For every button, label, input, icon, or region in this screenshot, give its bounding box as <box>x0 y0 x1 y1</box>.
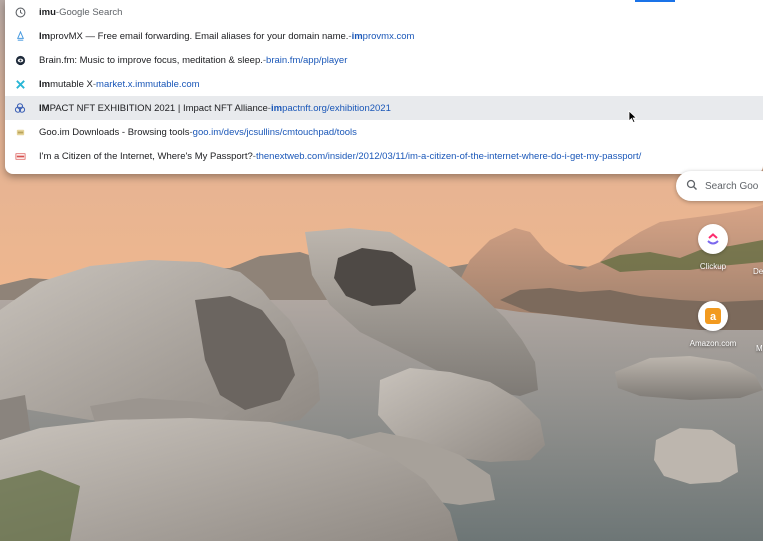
shortcut-tile-clickup[interactable]: Clickup <box>683 224 743 284</box>
shortcut-label-partial: De <box>753 267 763 276</box>
omnibox-suggestion[interactable]: I'm a Citizen of the Internet, Where's M… <box>5 144 763 168</box>
suggestion-title: provMX — Free email forwarding. Email al… <box>50 30 349 42</box>
suggestion-url: brain.fm/app/player <box>266 54 348 66</box>
suggestion-url-match: im <box>351 30 363 42</box>
svg-text:a: a <box>710 311 717 323</box>
shortcut-label: Amazon.com <box>689 339 737 348</box>
gooim-favicon-icon <box>14 126 26 138</box>
suggestion-url-match: im <box>270 102 283 114</box>
shortcut-label: Clickup <box>699 262 727 271</box>
suggestion-title-match: imu <box>39 6 56 18</box>
suggestion-title-match: IM <box>39 102 50 114</box>
omnibox-suggestion-selected[interactable]: IM PACT NFT EXHIBITION 2021 | Impact NFT … <box>5 96 763 120</box>
suggestion-title: mutable X <box>50 78 93 90</box>
ntp-search-box[interactable]: Search Goo <box>676 171 763 201</box>
suggestion-url: provmx.com <box>362 30 415 42</box>
omnibox-suggestion[interactable]: imu - Google Search <box>5 0 763 24</box>
search-icon <box>686 179 698 194</box>
shortcut-tile-amazon[interactable]: a Amazon.com <box>683 301 743 361</box>
suggestion-title-match: Im <box>39 30 51 42</box>
shortcut-label-partial: M <box>756 344 763 353</box>
omnibox-suggestions-dropdown: imu - Google Search Im provMX — Free emai… <box>5 0 763 174</box>
suggestion-title: PACT NFT EXHIBITION 2021 | Impact NFT Al… <box>49 102 268 114</box>
suggestion-title: Brain.fm: Music to improve focus, medita… <box>39 54 263 66</box>
suggestion-source: Google Search <box>59 6 123 18</box>
tnw-favicon-icon <box>14 150 26 162</box>
suggestion-url: market.x.immutable.com <box>96 78 200 90</box>
tab-accent-bar <box>635 0 675 2</box>
suggestion-url: goo.im/devs/jcsullins/cmtouchpad/tools <box>192 126 357 138</box>
omnibox-suggestion[interactable]: Im mutable X - market.x.immutable.com <box>5 72 763 96</box>
ntp-search-placeholder: Search Goo <box>705 180 759 192</box>
mouse-cursor-icon <box>628 110 638 124</box>
omnibox-suggestion[interactable]: Im provMX — Free email forwarding. Email … <box>5 24 763 48</box>
amazon-icon: a <box>698 301 728 331</box>
immutable-x-favicon-icon <box>14 78 26 90</box>
suggestion-title: Goo.im Downloads - Browsing tools <box>39 126 190 138</box>
suggestion-url: thenextweb.com/insider/2012/03/11/im-a-c… <box>255 150 642 162</box>
suggestion-url: pactnft.org/exhibition2021 <box>282 102 391 114</box>
history-clock-icon <box>14 6 26 18</box>
suggestion-title: I'm a Citizen of the Internet, Where's M… <box>39 150 253 162</box>
suggestion-title-match: Im <box>39 78 51 90</box>
omnibox-suggestion[interactable]: Goo.im Downloads - Browsing tools - goo.… <box>5 120 763 144</box>
improvmx-favicon-icon <box>14 30 26 42</box>
clickup-icon <box>698 224 728 254</box>
omnibox-suggestion[interactable]: Brain.fm: Music to improve focus, medita… <box>5 48 763 72</box>
brainfm-favicon-icon <box>14 54 26 66</box>
impact-nft-favicon-icon <box>14 102 26 114</box>
